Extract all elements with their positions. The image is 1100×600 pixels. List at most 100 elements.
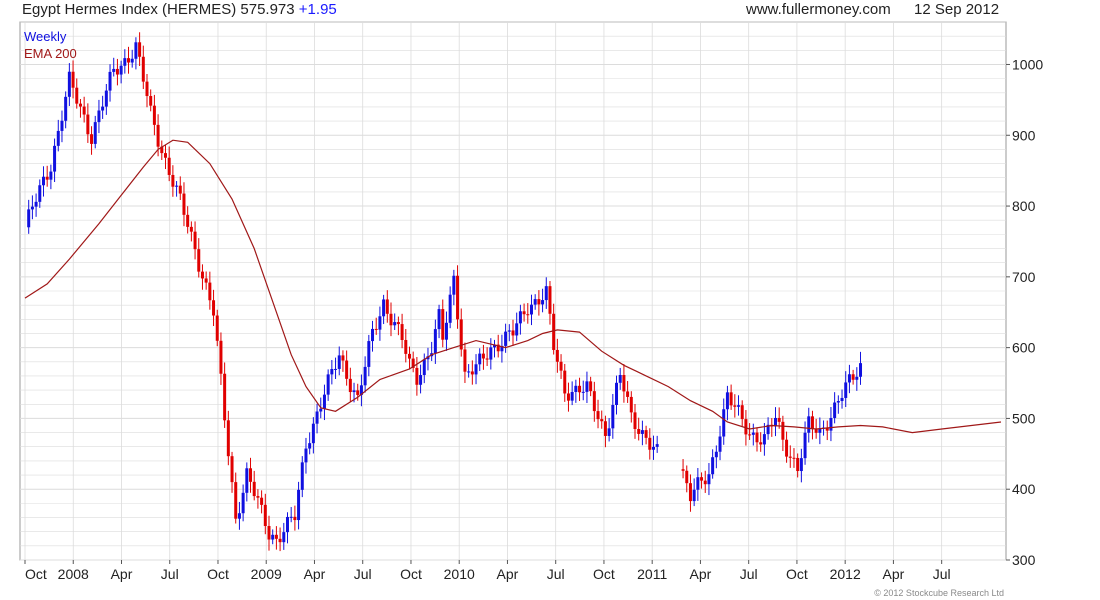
- candle-body: [566, 393, 570, 401]
- candle-body: [163, 153, 167, 158]
- candle-body: [511, 330, 515, 336]
- candle-body: [341, 355, 345, 361]
- candle-body: [762, 434, 766, 445]
- candle-body: [740, 405, 744, 420]
- candle-body: [456, 275, 460, 320]
- candle-body: [474, 364, 478, 375]
- candle-body: [230, 456, 234, 483]
- candle-body: [629, 396, 633, 413]
- candle-body: [396, 322, 400, 325]
- candle-body: [855, 376, 859, 380]
- candle-body: [478, 353, 482, 365]
- candle-body: [237, 513, 241, 519]
- candle-body: [282, 532, 286, 543]
- candle-body: [219, 340, 223, 374]
- candle-body: [433, 329, 437, 354]
- candle-body: [415, 367, 419, 385]
- x-tick-label: 2008: [58, 566, 89, 582]
- candle-body: [167, 157, 171, 175]
- candle-body: [308, 443, 312, 449]
- candle-body: [437, 309, 441, 330]
- candle-body: [208, 282, 212, 301]
- candle-body: [807, 416, 811, 433]
- candle-body: [138, 42, 142, 57]
- x-tick-label: 2011: [637, 566, 667, 582]
- candle-body: [141, 56, 145, 82]
- candle-body: [844, 382, 848, 398]
- candle-body: [112, 68, 116, 72]
- candle-body: [810, 416, 814, 430]
- candle-body: [27, 209, 31, 228]
- candle-body: [352, 390, 356, 393]
- y-tick-label: 500: [1012, 410, 1036, 426]
- candle-body: [75, 87, 79, 104]
- y-tick-label: 800: [1012, 198, 1036, 214]
- candle-body: [422, 359, 426, 376]
- x-tick-label: Oct: [25, 566, 47, 582]
- candle-body: [267, 526, 271, 540]
- candle-body: [315, 411, 319, 424]
- candle-body: [400, 324, 404, 341]
- candle-body: [193, 231, 197, 250]
- candle-body: [86, 114, 90, 135]
- y-tick-label: 700: [1012, 269, 1036, 285]
- candle-body: [41, 176, 45, 186]
- candle-body: [119, 65, 123, 75]
- candle-body: [537, 299, 541, 305]
- candle-body: [463, 349, 467, 372]
- y-tick-label: 900: [1012, 127, 1036, 143]
- candle-body: [541, 300, 545, 305]
- candle-body: [840, 397, 844, 402]
- candle-body: [53, 145, 57, 172]
- candle-body: [696, 477, 700, 490]
- candle-body: [648, 437, 652, 450]
- candle-body: [836, 401, 840, 403]
- candle-body: [374, 328, 378, 330]
- candle-body: [578, 385, 582, 393]
- candle-body: [249, 468, 253, 482]
- candle-body: [356, 390, 360, 395]
- candle-body: [90, 134, 94, 144]
- candle-body: [633, 412, 637, 429]
- candle-body: [755, 432, 759, 443]
- candle-body: [611, 404, 615, 429]
- candle-body: [733, 405, 737, 407]
- candle-body: [64, 96, 68, 121]
- candle-body: [45, 176, 49, 180]
- candle-body: [348, 378, 352, 393]
- candle-body: [189, 226, 193, 232]
- candle-body: [585, 381, 589, 392]
- x-tick-label: Jul: [354, 566, 372, 582]
- candle-body: [67, 71, 71, 97]
- candle-body: [592, 391, 596, 412]
- candle-body: [334, 368, 338, 370]
- candle-body: [285, 516, 289, 533]
- candle-body: [223, 373, 227, 421]
- candle-body: [404, 340, 408, 354]
- candle-body: [729, 392, 733, 406]
- candle-body: [725, 392, 729, 410]
- candle-body: [788, 456, 792, 458]
- candle-body: [322, 394, 326, 409]
- candle-body: [803, 432, 807, 459]
- candle-body: [271, 534, 275, 540]
- candle-body: [622, 374, 626, 392]
- candle-body: [847, 374, 851, 383]
- candle-body: [751, 432, 755, 435]
- candle-body: [186, 214, 190, 227]
- candle-body: [644, 430, 648, 438]
- x-tick-label: Apr: [497, 566, 519, 582]
- x-tick-label: Oct: [207, 566, 229, 582]
- candle-body: [711, 457, 715, 475]
- candle-body: [781, 421, 785, 440]
- candle-body: [367, 341, 371, 367]
- candle-body: [393, 322, 397, 326]
- candle-body: [252, 481, 256, 497]
- candle-body: [685, 470, 689, 484]
- candle-body: [311, 423, 315, 444]
- x-tick-label: 2012: [830, 566, 861, 582]
- candle-body: [152, 105, 156, 125]
- candle-body: [156, 124, 160, 147]
- candle-body: [345, 360, 349, 379]
- candle-body: [574, 385, 578, 392]
